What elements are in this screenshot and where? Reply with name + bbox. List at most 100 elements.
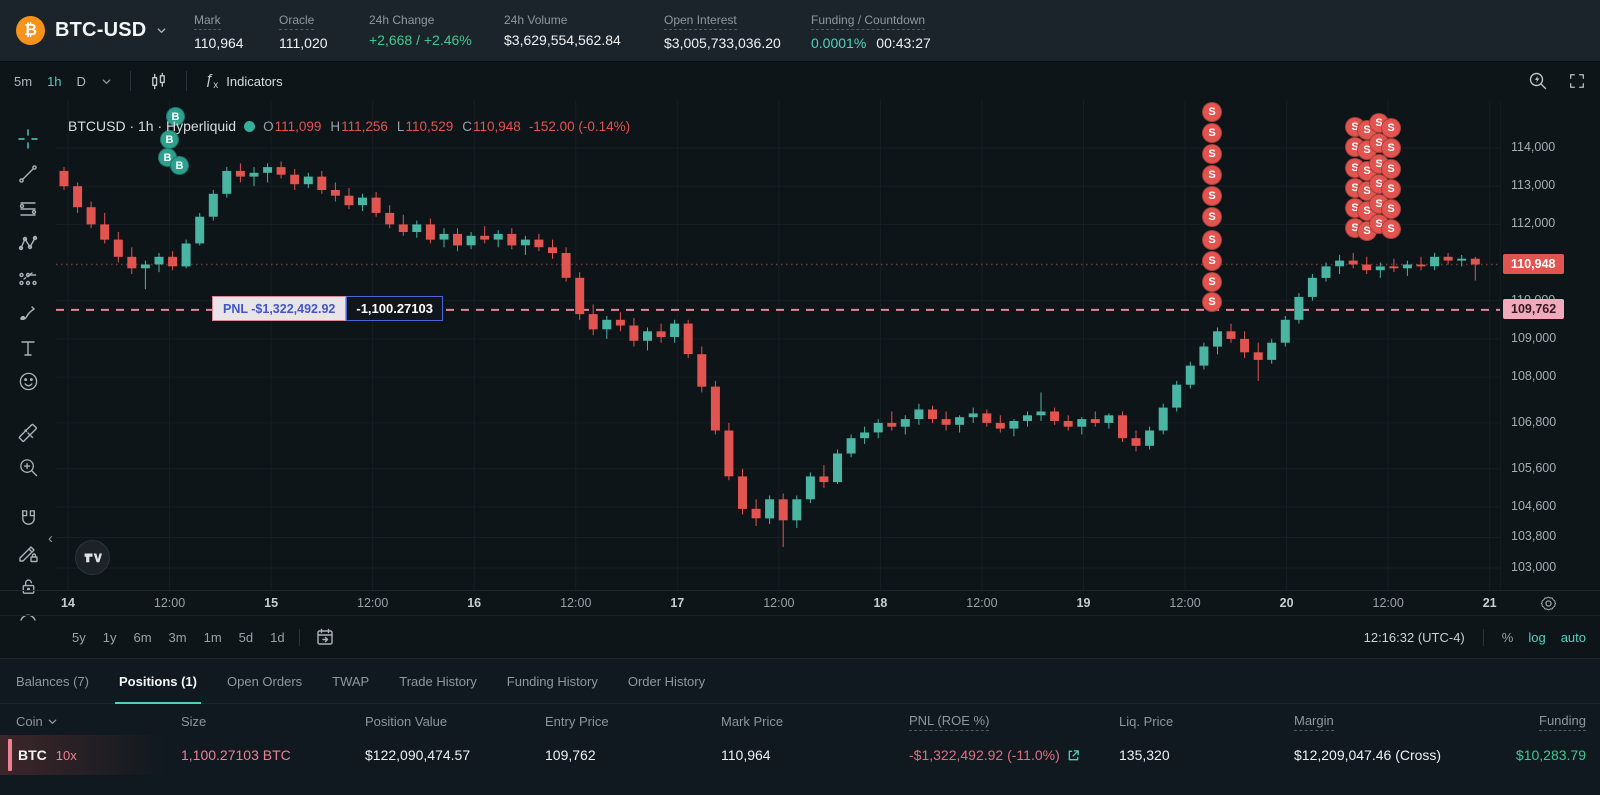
price-tick: 105,600 [1511,461,1556,475]
range-button-5d[interactable]: 5d [239,630,253,645]
stat-label[interactable]: Oracle [279,13,314,30]
sell-marker-icon: S [1202,292,1222,312]
price-axis[interactable]: 114,000113,000112,000110,000109,000108,0… [1500,100,1600,590]
range-button-1m[interactable]: 1m [204,630,222,645]
coin-cell: BTC 10x [0,735,181,775]
time-tick: 12:00 [560,596,591,610]
chart-style-candles-button[interactable] [149,72,168,91]
column-header-margin[interactable]: Margin [1294,713,1489,731]
tab-funding-history[interactable]: Funding History [507,659,598,703]
indicators-button[interactable]: ƒx Indicators [205,71,283,91]
coin-name: BTC [18,747,47,763]
sell-marker-icon: S [1202,230,1222,250]
price-tick: 104,600 [1511,499,1556,513]
interval-button-5m[interactable]: 5m [14,74,32,89]
range-button-6m[interactable]: 6m [133,630,151,645]
drawing-lock-tool-icon[interactable] [15,542,41,564]
percent-scale-button[interactable]: % [1502,630,1514,645]
toolbar-divider [186,71,187,91]
price-tick: 103,800 [1511,529,1556,543]
candles-icon [149,72,168,91]
time-tick: 20 [1280,596,1294,610]
pair-title: BTC-USD [55,19,146,42]
auto-scale-button[interactable]: auto [1561,630,1586,645]
time-axis-settings-gear-icon[interactable] [1540,595,1557,612]
stat-label[interactable]: Mark [194,13,221,30]
tab-twap[interactable]: TWAP [332,659,369,703]
positions-panel: Balances (7) Positions (1) Open Orders TWAP… [0,658,1600,795]
price-tick: 103,000 [1511,560,1556,574]
crosshair-tool-icon[interactable] [15,128,41,150]
range-button-3m[interactable]: 3m [169,630,187,645]
log-scale-button[interactable]: log [1528,630,1545,645]
chart-canvas[interactable]: BTCUSD · 1h · Hyperliquid O111,099 H111,… [56,100,1500,590]
interval-button-1h[interactable]: 1h [47,74,61,89]
sell-marker-icon: S [1202,144,1222,164]
brush-tool-icon[interactable] [15,303,41,325]
quick-search-flash-icon[interactable] [1528,71,1548,91]
range-button-1d[interactable]: 1d [270,630,284,645]
mark-price-cell: 110,964 [721,747,909,763]
go-to-date-calendar-icon[interactable] [315,627,335,647]
date-range-buttons: 5y 1y 6m 3m 1m 5d 1d [0,630,285,645]
sell-marker-icon: S [1202,186,1222,206]
share-pnl-external-link-icon[interactable] [1067,749,1080,762]
fullscreen-icon[interactable] [1568,72,1586,90]
tab-balances-7[interactable]: Balances (7) [16,659,89,703]
magnet-tool-icon[interactable] [15,508,41,529]
hide-drawings-panel-arrow[interactable]: ‹ [48,530,53,547]
position-line-label[interactable]: PNL -$1,322,492.92 -1,100.27103 [212,296,443,321]
pnl-cell: -$1,322,492.92 (-11.0%) [909,747,1119,763]
open-value: 111,099 [275,119,322,134]
column-header-mark-price: Mark Price [721,714,909,729]
sort-chevron-icon [47,716,58,727]
clock-utc-label: 12:16:32 (UTC-4) [1364,630,1465,645]
column-header-funding[interactable]: Funding [1489,713,1600,731]
price-tick: 108,000 [1511,369,1556,383]
column-header-liq-price: Liq. Price [1119,714,1294,729]
tradingview-logo[interactable] [75,540,110,575]
tab-order-history[interactable]: Order History [628,659,705,703]
pair-selector[interactable]: ₿ BTC-USD [0,16,194,45]
change-value: -152.00 (-0.14%) [529,119,630,134]
stat-24h-change: 24h Change+2,668 / +2.46% [369,13,504,48]
candlestick-series[interactable] [56,100,1500,590]
text-tool-icon[interactable] [15,338,41,358]
emoji-tool-icon[interactable] [15,371,41,392]
ruler-tool-icon[interactable] [15,422,41,444]
column-header-position-value: Position Value [365,714,545,729]
forecast-tool-icon[interactable] [15,268,41,290]
scale-divider [1483,629,1484,646]
xabcd-pattern-tool-icon[interactable] [15,233,41,255]
position-row: BTC 10x 1,100.27103 BTC $122,090,474.57 … [0,735,1600,775]
coin-accent-bar [8,739,12,771]
tab-trade-history[interactable]: Trade History [399,659,477,703]
fib-retracement-tool-icon[interactable] [15,198,41,220]
sell-marker-icon: S [1202,102,1222,122]
price-tick: 113,000 [1511,178,1555,192]
time-axis[interactable]: 1412:001512:001612:001712:001812:001912:… [0,590,1600,615]
tab-open-orders[interactable]: Open Orders [227,659,302,703]
zoom-in-tool-icon[interactable] [15,457,41,478]
stat-label[interactable]: Funding / Countdown [811,13,925,30]
hyperliquid-trading-app: ₿ BTC-USD Mark110,964Oracle111,02024h Ch… [0,0,1600,795]
time-tick: 14 [61,596,75,610]
range-divider [299,629,300,646]
btc-coin-icon: ₿ [16,16,45,45]
range-button-5y[interactable]: 5y [72,630,86,645]
interval-menu-chevron-icon[interactable] [101,76,112,87]
time-tick: 12:00 [763,596,794,610]
time-tick: 16 [467,596,481,610]
column-header-pnl-roe[interactable]: PNL (ROE %) [909,713,1119,731]
column-header-coin[interactable]: Coin [0,714,181,729]
margin-cell: $12,209,047.46 (Cross) [1294,747,1489,763]
price-tick: 109,000 [1511,331,1556,345]
trend-line-tool-icon[interactable] [15,163,41,185]
tab-positions-1[interactable]: Positions (1) [119,659,197,703]
leverage-badge: 10x [56,748,77,763]
stat-label[interactable]: Open Interest [664,13,737,30]
price-tick: 112,000 [1511,216,1555,230]
sell-marker-icon: S [1381,219,1401,239]
range-button-1y[interactable]: 1y [103,630,117,645]
interval-button-d[interactable]: D [77,74,86,89]
